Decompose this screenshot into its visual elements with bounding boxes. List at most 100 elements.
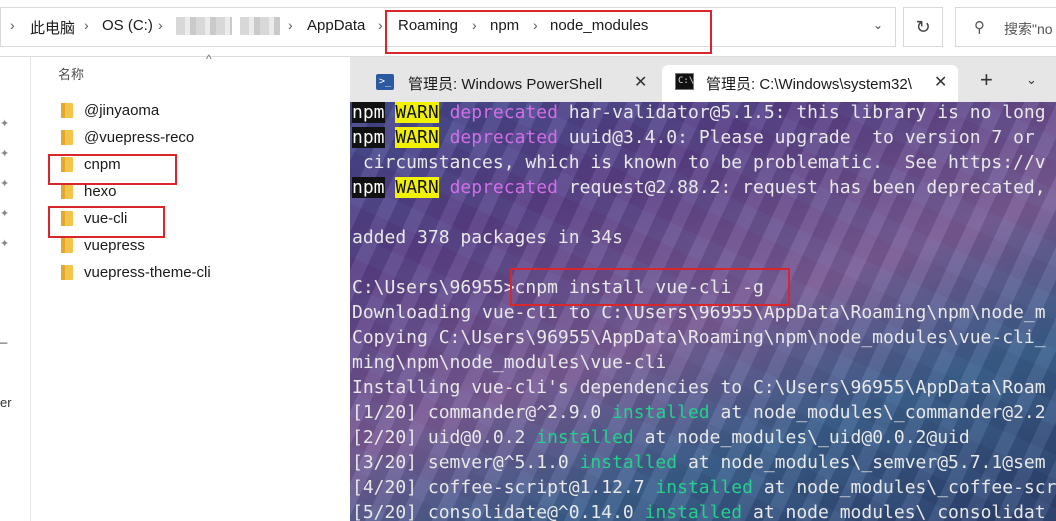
close-icon[interactable]: ✕	[934, 72, 947, 92]
search-box[interactable]: ⚲ 搜索"no	[955, 7, 1056, 47]
terminal-dep-token: deprecated	[449, 127, 558, 148]
redacted-username	[176, 17, 232, 35]
terminal-warn-token: WARN	[395, 102, 439, 123]
folder-item-jinyaoma[interactable]: @jinyaoma	[58, 100, 348, 122]
chevron-right-icon: ›	[84, 17, 89, 33]
navigation-pane[interactable]: ✦ ✦ ✦ ✦ ✦ _ er	[0, 57, 31, 521]
folder-icon	[61, 265, 73, 280]
address-bar-area: › 此电脑 › OS (C:) › › AppData › Roaming › …	[0, 0, 1056, 57]
folder-item-vuepress-reco[interactable]: @vuepress-reco	[58, 127, 348, 149]
terminal-line: npm WARN deprecated har-validator@5.1.5:…	[352, 100, 1056, 125]
pin-icon: ✦	[0, 238, 10, 250]
breadcrumb-this-pc[interactable]: 此电脑	[30, 17, 75, 38]
terminal-output[interactable]: npm WARN deprecated har-validator@5.1.5:…	[352, 100, 1056, 521]
terminal-ok-token: installed	[536, 427, 634, 448]
terminal-ok-token: installed	[612, 402, 710, 423]
terminal-text: har-validator@5.1.5: this library is no …	[557, 102, 1046, 123]
chevron-right-icon: ›	[378, 17, 383, 33]
pin-icon: ✦	[0, 208, 10, 220]
terminal-text: circumstances, which is known to be prob…	[352, 152, 1046, 173]
terminal-line: npm WARN deprecated uuid@3.4.0: Please u…	[352, 125, 1056, 150]
terminal-line: added 378 packages in 34s	[352, 225, 1056, 250]
terminal-warn-token: WARN	[395, 177, 439, 198]
folder-name: vuepress	[84, 237, 145, 254]
terminal-npm-token: npm	[352, 177, 385, 198]
terminal-warn-token: WARN	[395, 127, 439, 148]
terminal-ok-token: installed	[579, 452, 678, 473]
terminal-line: ming\npm\node_modules\vue-cli	[352, 350, 1056, 375]
terminal-line: [3/20] semver@^5.1.0 installed at node_m…	[352, 450, 1056, 475]
terminal-line: Installing vue-cli's dependencies to C:\…	[352, 375, 1056, 400]
pin-icon: ✦	[0, 148, 10, 160]
folder-name: vuepress-theme-cli	[84, 264, 211, 281]
nav-item-fragment[interactable]: er	[0, 395, 12, 410]
nav-item-fragment[interactable]: _	[0, 329, 7, 344]
folder-icon	[61, 238, 73, 253]
terminal-ok-token: installed	[644, 502, 743, 521]
terminal-text: at node_modules\_coffee-scri	[752, 477, 1056, 498]
search-icon: ⚲	[974, 19, 985, 36]
terminal-text: [4/20] coffee-script@1.12.7	[352, 477, 656, 498]
chevron-down-icon[interactable]: ⌄	[873, 18, 883, 32]
terminal-line: [5/20] consolidate@^0.14.0 installed at …	[352, 500, 1056, 521]
terminal-text: [5/20] consolidate@^0.14.0	[352, 502, 645, 521]
breadcrumb-appdata[interactable]: AppData	[307, 17, 365, 34]
folder-name: hexo	[84, 183, 117, 200]
cmd-icon: C:\	[675, 73, 694, 90]
chevron-down-icon[interactable]: ⌄	[1026, 72, 1037, 88]
search-placeholder: 搜索"no	[1004, 21, 1053, 37]
terminal-line: npm WARN deprecated request@2.88.2: requ…	[352, 175, 1056, 200]
chevron-right-icon: ›	[288, 17, 293, 33]
folder-icon	[61, 103, 73, 118]
folder-name: @vuepress-reco	[84, 129, 195, 146]
highlight-box-vue-cli	[48, 206, 165, 238]
terminal-line: Copying C:\Users\96955\AppData\Roaming\n…	[352, 325, 1056, 350]
folder-item-vuepress-theme-cli[interactable]: vuepress-theme-cli	[58, 262, 348, 284]
highlight-box-cnpm	[48, 154, 177, 185]
terminal-text: request@2.88.2: request has been depreca…	[557, 177, 1046, 198]
terminal-line: [2/20] uid@0.0.2 installed at node_modul…	[352, 425, 1056, 450]
terminal-text: at node_modules\_semver@5.7.1@sem	[677, 452, 1046, 473]
highlight-box-path	[385, 10, 712, 54]
tab-title: 管理员: C:\Windows\system32\	[706, 76, 912, 93]
tab-cmd[interactable]: C:\ 管理员: C:\Windows\system32\ ✕	[662, 65, 958, 102]
redacted-username	[240, 17, 280, 35]
terminal-text: [1/20] commander@^2.9.0	[352, 402, 613, 423]
chevron-right-icon: ›	[158, 17, 163, 33]
pin-icon: ✦	[0, 118, 10, 130]
terminal-text: [2/20] uid@0.0.2	[352, 427, 537, 448]
terminal-text: uuid@3.4.0: Please upgrade to version 7 …	[557, 127, 1035, 148]
terminal-npm-token: npm	[352, 127, 385, 148]
terminal-text: at node_modules\_consolidat	[742, 502, 1046, 521]
folder-icon	[61, 184, 73, 199]
highlight-box-command	[510, 268, 790, 306]
terminal-text: [3/20] semver@^5.1.0	[352, 452, 580, 473]
terminal-text: added 378 packages in 34s	[352, 227, 623, 248]
terminal-text: ming\npm\node_modules\vue-cli	[352, 352, 667, 373]
column-header-name[interactable]: 名称	[58, 64, 84, 83]
terminal-line: [1/20] commander@^2.9.0 installed at nod…	[352, 400, 1056, 425]
new-tab-icon[interactable]: +	[980, 67, 993, 93]
close-icon[interactable]: ✕	[634, 72, 647, 92]
terminal-dep-token: deprecated	[449, 102, 558, 123]
terminal-tab-bar: >_ 管理员: Windows PowerShell ✕ C:\ 管理员: C:…	[350, 57, 1056, 102]
tab-powershell[interactable]: >_ 管理员: Windows PowerShell ✕	[364, 65, 664, 102]
terminal-npm-token: npm	[352, 102, 385, 123]
terminal-text: Copying C:\Users\96955\AppData\Roaming\n…	[352, 327, 1046, 348]
terminal-text: Installing vue-cli's dependencies to C:\…	[352, 377, 1046, 398]
breadcrumb-os-c[interactable]: OS (C:)	[102, 17, 153, 34]
refresh-button[interactable]: ↻	[903, 7, 943, 47]
sort-ascending-icon: ^	[206, 52, 212, 66]
pin-icon: ✦	[0, 178, 10, 190]
chevron-right-icon: ›	[10, 17, 15, 33]
tab-title: 管理员: Windows PowerShell	[408, 76, 603, 93]
folder-name: @jinyaoma	[84, 102, 160, 119]
folder-item-vuepress[interactable]: vuepress	[58, 235, 348, 257]
terminal-dep-token: deprecated	[449, 177, 558, 198]
